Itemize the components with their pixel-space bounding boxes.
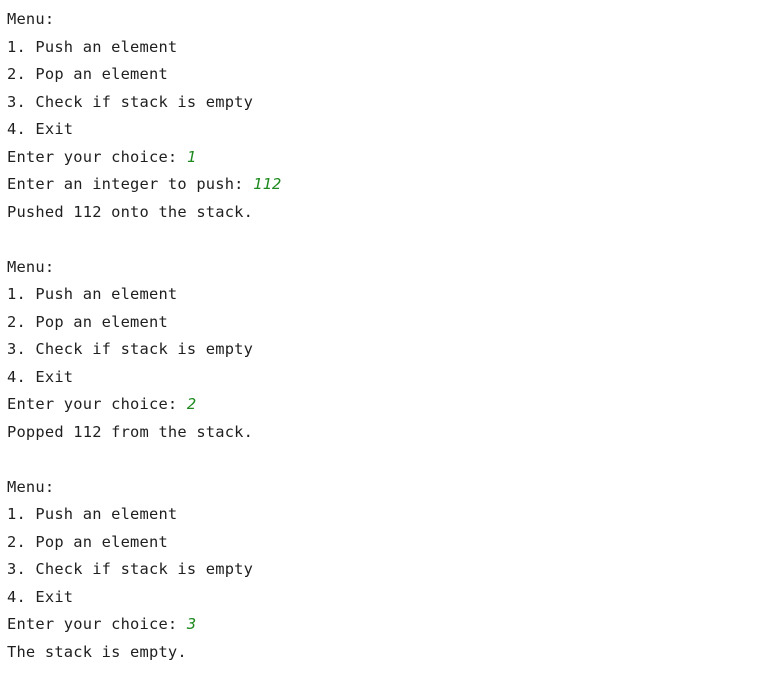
menu-option-pop: 2. Pop an element xyxy=(7,65,168,83)
menu-option-check-empty: 3. Check if stack is empty xyxy=(7,340,254,358)
menu-title: Menu: xyxy=(7,10,55,28)
session-block: Menu: 1. Push an element 2. Pop an eleme… xyxy=(7,8,774,228)
session-block: Menu: 1. Push an element 2. Pop an eleme… xyxy=(7,256,774,449)
result-message: Popped 112 from the stack. xyxy=(7,422,254,441)
menu-option-exit: 4. Exit xyxy=(7,367,74,386)
push-prompt: Enter an integer to push: xyxy=(7,175,254,193)
menu-option-check-empty: 3. Check if stack is empty xyxy=(7,92,254,111)
choice-line: Enter your choice: 2 xyxy=(7,393,774,421)
push-line: Enter an integer to push: 112 xyxy=(7,173,774,201)
result-message: Pushed 112 onto the stack. xyxy=(7,202,254,221)
menu-option-push: 1. Push an element xyxy=(7,505,178,523)
choice-input: 1 xyxy=(186,147,197,166)
menu-option-exit: 4. Exit xyxy=(7,587,74,606)
console-output: Menu: 1. Push an element 2. Pop an eleme… xyxy=(7,8,774,668)
choice-prompt: Enter your choice: xyxy=(7,147,187,166)
menu-option-push: 1. Push an element xyxy=(7,37,178,56)
choice-line: Enter your choice: 1 xyxy=(7,146,774,174)
menu-title: Menu: xyxy=(7,257,55,276)
push-input: 112 xyxy=(253,175,282,193)
menu-option-exit: 4. Exit xyxy=(7,120,74,138)
menu-option-push: 1. Push an element xyxy=(7,285,178,303)
menu-option-pop: 2. Pop an element xyxy=(7,312,168,331)
choice-input: 2 xyxy=(186,395,197,413)
session-block: Menu: 1. Push an element 2. Pop an eleme… xyxy=(7,476,774,669)
result-message: The stack is empty. xyxy=(7,642,187,661)
choice-line: Enter your choice: 3 xyxy=(7,613,774,641)
menu-option-pop: 2. Pop an element xyxy=(7,532,168,551)
menu-title: Menu: xyxy=(7,477,55,496)
menu-option-check-empty: 3. Check if stack is empty xyxy=(7,560,254,578)
choice-prompt: Enter your choice: xyxy=(7,615,187,633)
choice-input: 3 xyxy=(186,615,197,633)
choice-prompt: Enter your choice: xyxy=(7,395,187,413)
